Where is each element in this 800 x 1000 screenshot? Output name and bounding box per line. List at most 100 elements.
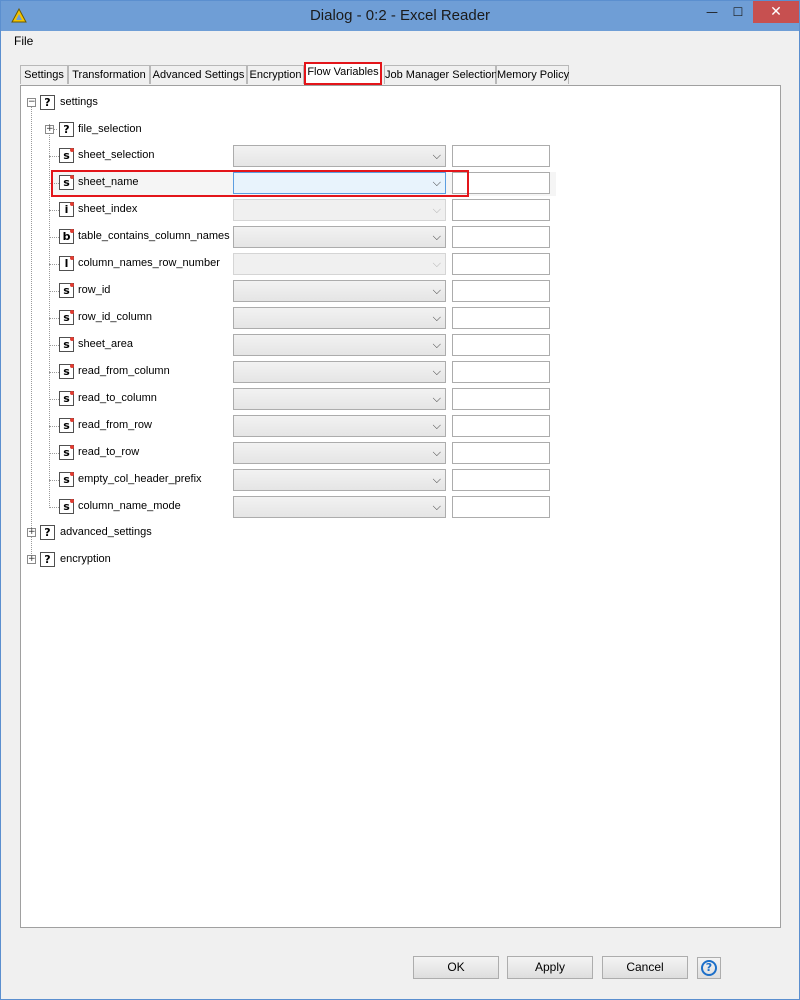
- empty-col-header-prefix-variable-dropdown[interactable]: ⌵: [233, 469, 446, 491]
- read-from-column-variable-dropdown[interactable]: ⌵: [233, 361, 446, 383]
- row-id-variable-dropdown[interactable]: ⌵: [233, 280, 446, 302]
- row-id-column-export-field[interactable]: [452, 307, 550, 329]
- type-glyph: s: [63, 311, 70, 324]
- tree-node-sheet-index[interactable]: sheet_index: [78, 203, 137, 215]
- tree-node-column-names-row-number[interactable]: column_names_row_number: [78, 257, 220, 269]
- chevron-down-icon: ⌵: [432, 338, 441, 351]
- flow-variable-dot-icon: [70, 283, 74, 287]
- type-s-icon: s: [59, 283, 74, 298]
- expand-encryption-toggle[interactable]: +: [27, 555, 36, 564]
- empty-col-header-prefix-export-field[interactable]: [452, 469, 550, 491]
- tree-node-encryption[interactable]: encryption: [60, 553, 111, 565]
- sheet-index-export-field[interactable]: [452, 199, 550, 221]
- read-to-row-export-field[interactable]: [452, 442, 550, 464]
- tree-node-advanced-settings[interactable]: advanced_settings: [60, 526, 152, 538]
- flow-variable-dot-icon: [70, 229, 74, 233]
- read-from-row-variable-dropdown[interactable]: ⌵: [233, 415, 446, 437]
- close-button[interactable]: ✕: [753, 1, 799, 23]
- sheet-selection-export-field[interactable]: [452, 145, 550, 167]
- tree-node-empty-col-header-prefix[interactable]: empty_col_header_prefix: [78, 473, 202, 485]
- type-s-icon: s: [59, 364, 74, 379]
- type-l-icon: l: [59, 256, 74, 271]
- sheet-selection-variable-dropdown[interactable]: ⌵: [233, 145, 446, 167]
- tree-node-settings[interactable]: settings: [60, 96, 98, 108]
- tree-branch: [49, 453, 59, 454]
- row-id-column-variable-dropdown[interactable]: ⌵: [233, 307, 446, 329]
- type-glyph: s: [63, 419, 70, 432]
- maximize-button[interactable]: ☐: [725, 1, 751, 23]
- ok-button[interactable]: OK: [413, 956, 499, 979]
- flow-variable-dot-icon: [70, 148, 74, 152]
- read-to-row-variable-dropdown[interactable]: ⌵: [233, 442, 446, 464]
- tree-node-row-id[interactable]: row_id: [78, 284, 110, 296]
- tree-node-sheet-selection[interactable]: sheet_selection: [78, 149, 154, 161]
- flow-variable-dot-icon: [70, 391, 74, 395]
- tree-node-row-id-column[interactable]: row_id_column: [78, 311, 152, 323]
- tree-line-settings: [49, 124, 50, 506]
- column-name-mode-export-field[interactable]: [452, 496, 550, 518]
- tree-node-column-name-mode[interactable]: column_name_mode: [78, 500, 181, 512]
- sheet-index-variable-dropdown: ⌵: [233, 199, 446, 221]
- help-button[interactable]: ?: [697, 957, 721, 979]
- column-names-row-number-variable-dropdown: ⌵: [233, 253, 446, 275]
- column-name-mode-variable-dropdown[interactable]: ⌵: [233, 496, 446, 518]
- tree-branch: [49, 426, 59, 427]
- tab-job-manager-selection[interactable]: Job Manager Selection: [384, 65, 498, 84]
- type-glyph: s: [63, 365, 70, 378]
- tree-node-read-from-column[interactable]: read_from_column: [78, 365, 170, 377]
- tab-advanced-settings[interactable]: Advanced Settings: [150, 65, 247, 84]
- tab-encryption[interactable]: Encryption: [247, 65, 304, 84]
- sheet-area-variable-dropdown[interactable]: ⌵: [233, 334, 446, 356]
- tab-flow-variables[interactable]: Flow Variables: [304, 62, 382, 85]
- flow-variable-dot-icon: [70, 202, 74, 206]
- read-from-column-export-field[interactable]: [452, 361, 550, 383]
- chevron-down-icon: ⌵: [432, 392, 441, 405]
- tab-memory-policy[interactable]: Memory Policy: [496, 65, 569, 84]
- type-s-icon: s: [59, 418, 74, 433]
- tab-settings[interactable]: Settings: [20, 65, 68, 84]
- tree-node-read-from-row[interactable]: read_from_row: [78, 419, 152, 431]
- read-to-column-variable-dropdown[interactable]: ⌵: [233, 388, 446, 410]
- tree-node-read-to-column[interactable]: read_to_column: [78, 392, 157, 404]
- annotation-highlight-box: [51, 170, 469, 197]
- tree-node-table-contains-column-names[interactable]: table_contains_column_names: [78, 230, 230, 242]
- flow-variable-dot-icon: [70, 310, 74, 314]
- type-s-icon: s: [59, 391, 74, 406]
- type-glyph: l: [64, 257, 69, 270]
- tree-node-read-to-row[interactable]: read_to_row: [78, 446, 139, 458]
- menu-bar: File: [2, 31, 798, 51]
- tree-node-sheet-area[interactable]: sheet_area: [78, 338, 133, 350]
- type-s-icon: s: [59, 148, 74, 163]
- tree-branch: [49, 318, 59, 319]
- collapse-settings-toggle[interactable]: −: [27, 98, 36, 107]
- column-names-row-number-export-field[interactable]: [452, 253, 550, 275]
- expand-advanced-settings-toggle[interactable]: +: [27, 528, 36, 537]
- chevron-down-icon: ⌵: [432, 500, 441, 513]
- row-id-export-field[interactable]: [452, 280, 550, 302]
- tree-branch: [49, 264, 59, 265]
- type-glyph: s: [63, 338, 70, 351]
- chevron-down-icon: ⌵: [432, 365, 441, 378]
- tree-line-root: [31, 107, 32, 562]
- title-bar[interactable]: Dialog - 0:2 - Excel Reader — ☐ ✕: [1, 1, 799, 31]
- cancel-button[interactable]: Cancel: [602, 956, 688, 979]
- chevron-down-icon: ⌵: [432, 473, 441, 486]
- flow-variable-dot-icon: [70, 445, 74, 449]
- read-to-column-export-field[interactable]: [452, 388, 550, 410]
- chevron-down-icon: ⌵: [432, 446, 441, 459]
- sheet-area-export-field[interactable]: [452, 334, 550, 356]
- table-contains-column-names-export-field[interactable]: [452, 226, 550, 248]
- chevron-down-icon: ⌵: [432, 419, 441, 432]
- expand-file-selection-toggle[interactable]: +: [45, 125, 54, 134]
- apply-button[interactable]: Apply: [507, 956, 593, 979]
- tree-node-file-selection[interactable]: file_selection: [78, 123, 142, 135]
- chevron-down-icon: ⌵: [432, 203, 441, 216]
- minimize-button[interactable]: —: [699, 1, 725, 23]
- read-from-row-export-field[interactable]: [452, 415, 550, 437]
- tab-transformation[interactable]: Transformation: [68, 65, 150, 84]
- type-i-icon: i: [59, 202, 74, 217]
- chevron-down-icon: ⌵: [432, 284, 441, 297]
- type-glyph: s: [63, 500, 70, 513]
- menu-file[interactable]: File: [14, 34, 33, 48]
- table-contains-column-names-variable-dropdown[interactable]: ⌵: [233, 226, 446, 248]
